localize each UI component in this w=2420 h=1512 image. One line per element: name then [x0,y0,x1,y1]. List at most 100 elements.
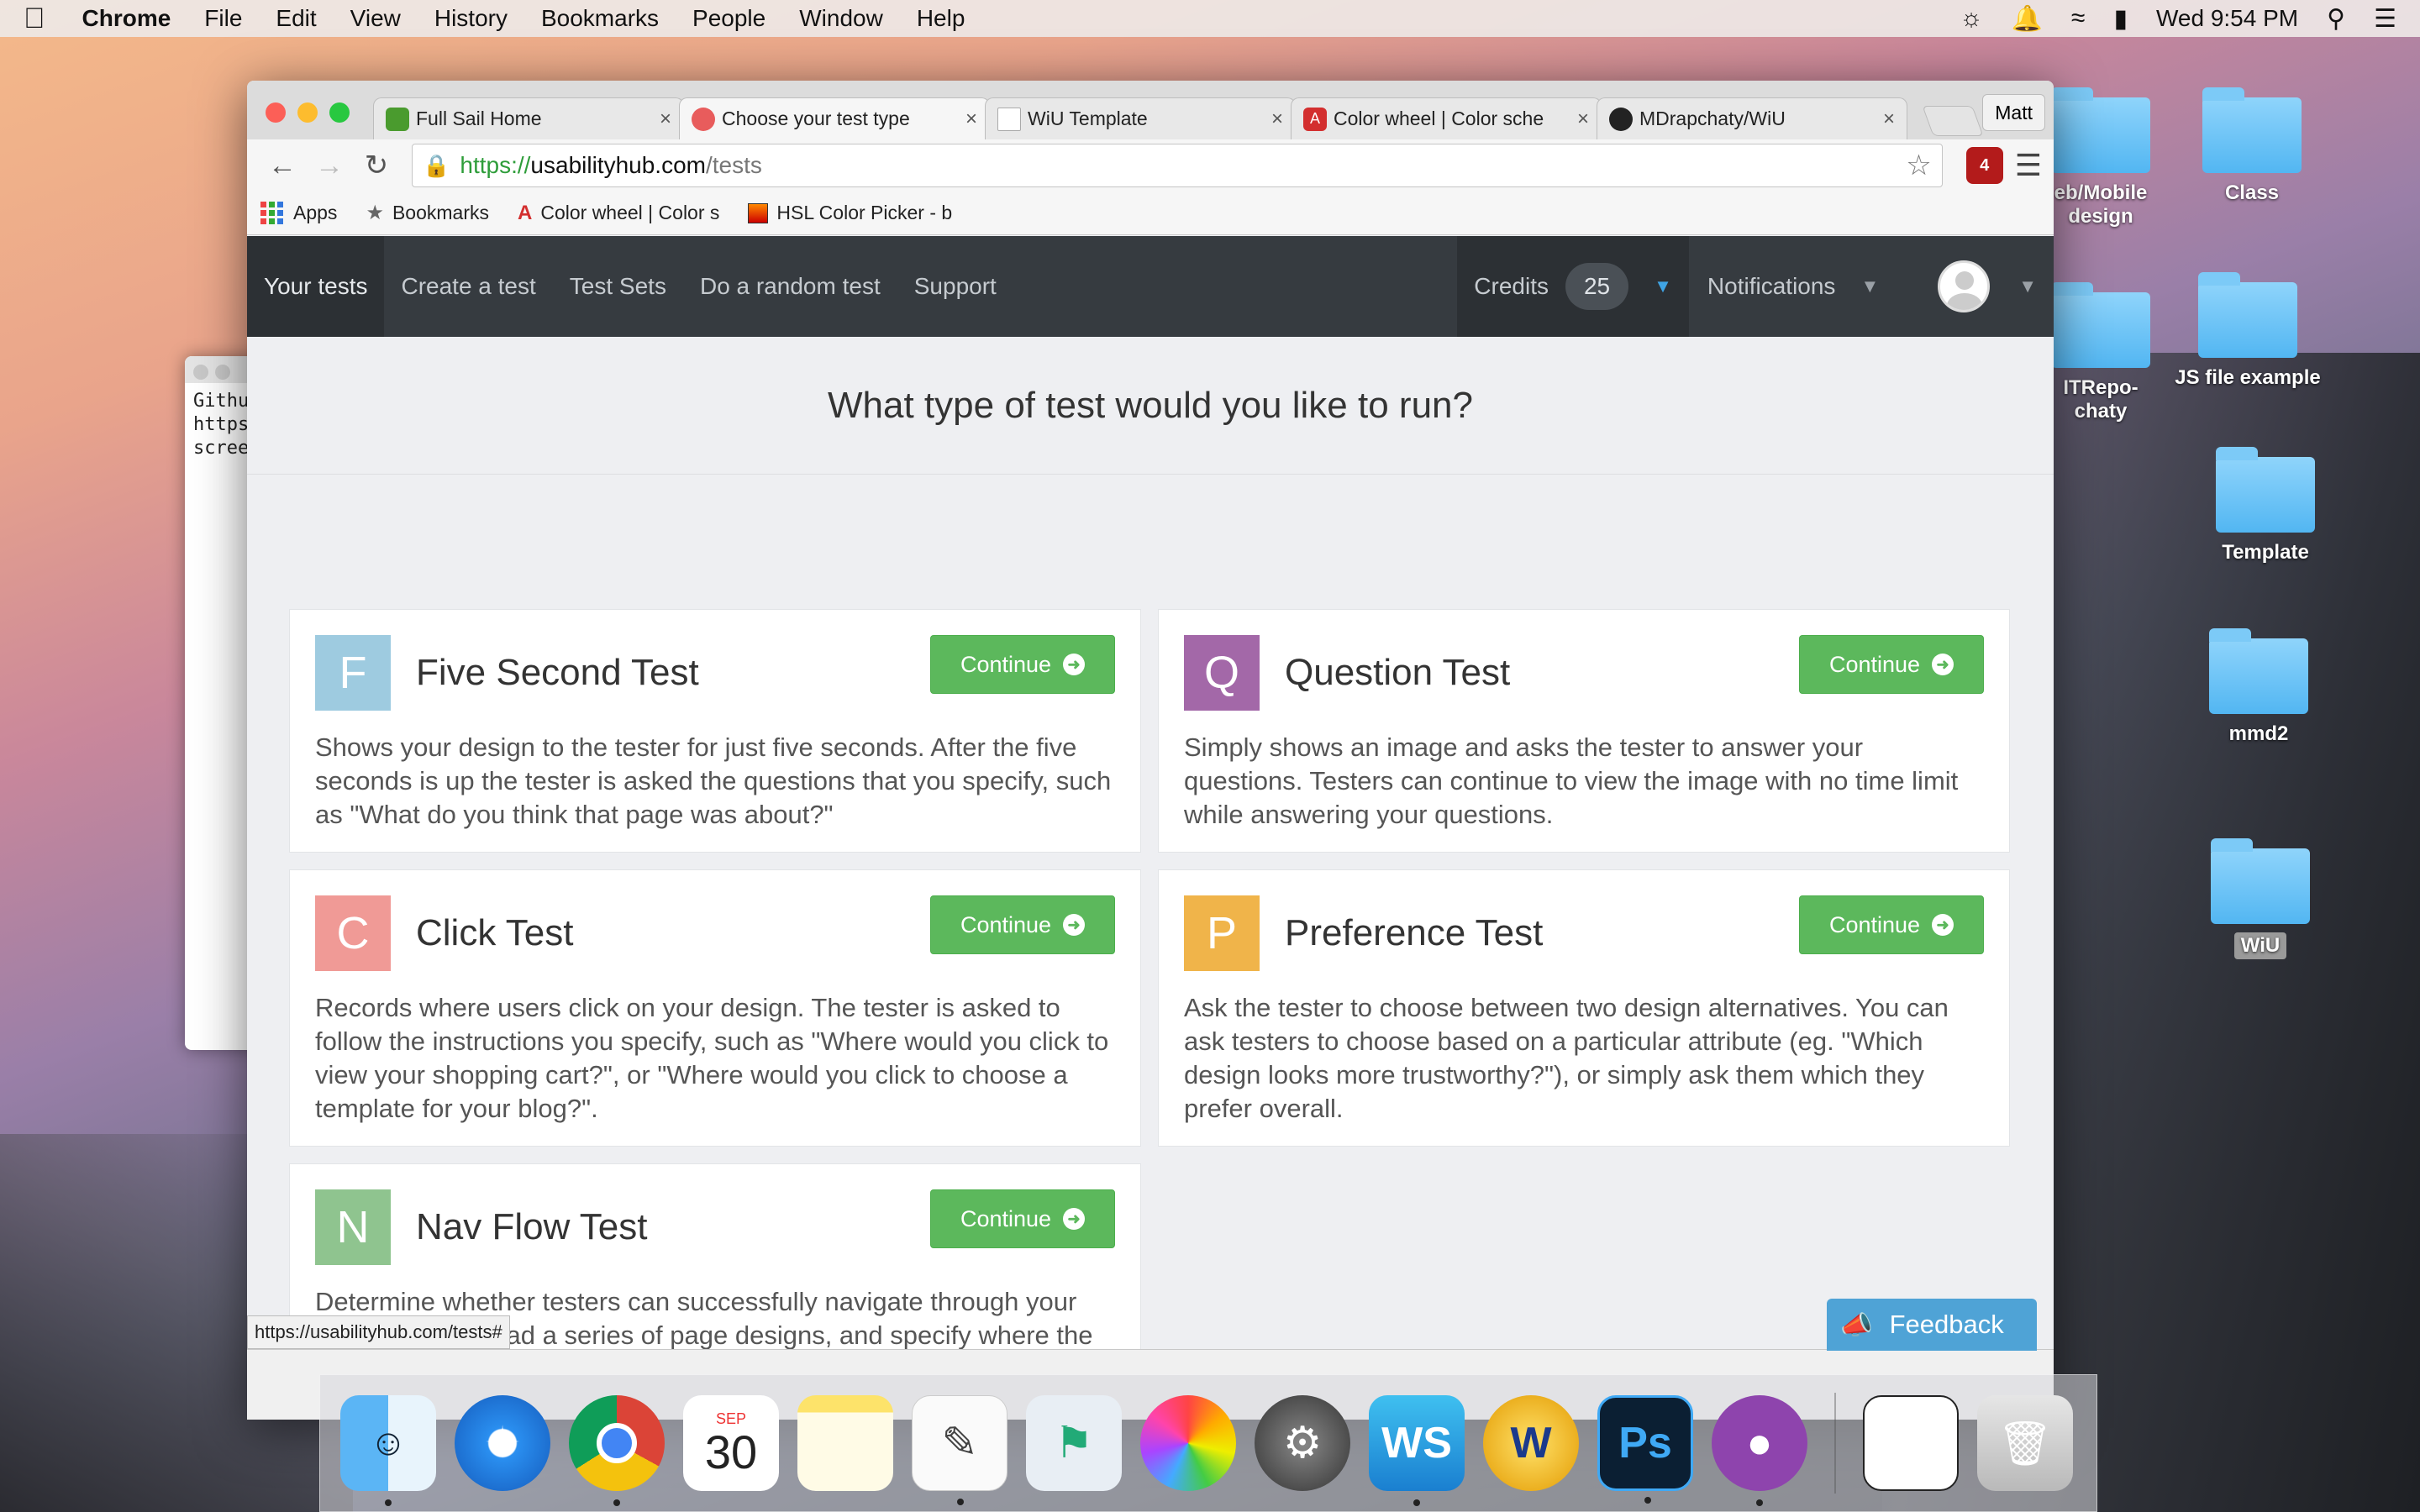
nav-your-tests[interactable]: Your tests [247,236,385,337]
desktop-folder-label: ITRepo- chaty [2063,376,2139,423]
menu-edit[interactable]: Edit [276,5,316,32]
calendar-icon[interactable]: SEP 30 [683,1395,779,1491]
dreamweaver-ftp-icon[interactable]: W [1483,1395,1579,1491]
github-desktop-icon[interactable]: ● [1712,1395,1807,1506]
continue-button-click[interactable]: Continue ➜ [930,895,1115,954]
folder-icon [2202,87,2302,173]
tab-github-wiu[interactable]: MDrapchaty/WiU × [1597,97,1907,139]
bookmark-star-icon[interactable]: ☆ [1906,149,1931,182]
test-letter-badge: C [315,895,391,971]
reload-icon[interactable]: ↻ [353,149,400,182]
bookmark-apps[interactable]: Apps [260,202,337,224]
menu-view[interactable]: View [350,5,401,32]
feedback-button[interactable]: 📣 Feedback [1827,1299,2037,1351]
safari-icon[interactable]: ✦ [455,1395,550,1491]
nav-support[interactable]: Support [897,236,1013,337]
ublock-extension-icon[interactable]: 4 [1965,147,2003,184]
nav-do-a-random-test[interactable]: Do a random test [683,236,897,337]
site-navbar: Your tests Create a test Test Sets Do a … [247,236,2054,337]
feedback-label: Feedback [1889,1310,2004,1339]
documents-stack-icon[interactable] [1863,1395,1959,1491]
chrome-menu-icon[interactable]: ☰ [2015,148,2042,183]
chrome-window: Full Sail Home × Choose your test type ×… [247,81,2054,1420]
back-arrow-icon[interactable]: ← [259,150,306,182]
address-bar[interactable]: 🔒 https:// usabilityhub.com /tests ☆ [412,144,1943,187]
profile-button[interactable]: Matt [1982,94,2045,131]
menu-help[interactable]: Help [917,5,965,32]
tab-close-icon[interactable]: × [1883,108,1895,131]
tab-color-wheel[interactable]: A Color wheel | Color sche × [1291,97,1602,139]
menu-history[interactable]: History [434,5,508,32]
desktop-folder-wiu[interactable]: WiU [2176,838,2344,959]
url-path: /tests [705,152,762,178]
continue-button-five-second[interactable]: Continue ➜ [930,635,1115,694]
window-close-button[interactable] [266,102,286,123]
browser-toolbar: ← → ↻ 🔒 https:// usabilityhub.com /tests… [247,139,2054,192]
lock-icon: 🔒 [423,152,450,178]
continue-button-preference[interactable]: Continue ➜ [1799,895,1984,954]
notes-icon[interactable] [797,1395,893,1491]
tab-wiu-template[interactable]: WiU Template × [985,97,1296,139]
test-letter-badge: F [315,635,391,711]
user-menu-dropdown[interactable]: ▼ [1896,236,2054,337]
textedit-icon[interactable]: ✎ [912,1395,1007,1505]
apps-grid-icon [260,202,283,224]
notification-bell-icon[interactable]: 🔔 [2012,4,2043,34]
tab-strip: Full Sail Home × Choose your test type ×… [247,81,2054,139]
bookmark-folder-bookmarks[interactable]: ★ Bookmarks [366,201,489,225]
window-zoom-button[interactable] [329,102,350,123]
color-picker-icon [748,202,769,223]
desktop-folder-mmd2[interactable]: mmd2 [2175,628,2343,746]
terminal-minimize-dot[interactable] [215,365,230,380]
tab-close-icon[interactable]: × [1577,108,1589,131]
bookmark-color-wheel[interactable]: A Color wheel | Color s [518,202,719,225]
bookmark-hsl-color-picker[interactable]: HSL Color Picker - b [748,202,952,224]
wifi-icon[interactable]: ≈ [2071,4,2085,33]
desktop-folder-js-file-example[interactable]: JS file example [2164,272,2332,390]
forward-arrow-icon[interactable]: → [306,150,353,182]
system-preferences-icon[interactable]: ⚙ [1255,1395,1350,1491]
trash-icon[interactable]: 🗑 [1977,1395,2073,1491]
menu-app-name[interactable]: Chrome [82,5,171,32]
bookmark-label: HSL Color Picker - b [776,202,953,223]
new-tab-button[interactable] [1922,106,1984,136]
test-card-five-second: F Five Second Test Continue ➜ Shows your … [289,609,1141,853]
menu-file[interactable]: File [204,5,242,32]
menubar-clock[interactable]: Wed 9:54 PM [2156,5,2298,32]
folder-icon [2051,87,2150,173]
finder-icon[interactable]: ☺ [340,1395,436,1506]
continue-button-nav-flow[interactable]: Continue ➜ [930,1189,1115,1248]
tab-full-sail-home[interactable]: Full Sail Home × [373,97,684,139]
notification-center-icon[interactable]: ☰ [2374,4,2396,34]
battery-icon[interactable]: ▮ [2113,4,2128,34]
notifications-dropdown[interactable]: Notifications ▼ [1689,236,1896,337]
desktop-folder-label: WiU [2233,932,2287,959]
maps-icon[interactable]: ⚑ [1026,1395,1122,1491]
tab-close-icon[interactable]: × [965,108,977,131]
nav-test-sets[interactable]: Test Sets [553,236,683,337]
creative-cloud-icon[interactable]: ☼ [1960,4,1983,33]
bookmarks-bar: Apps ★ Bookmarks A Color wheel | Color s… [247,192,2054,235]
window-minimize-button[interactable] [297,102,318,123]
terminal-close-dot[interactable] [193,365,208,380]
menu-bookmarks[interactable]: Bookmarks [541,5,659,32]
apple-menu-icon[interactable]:  [24,3,45,35]
spotlight-search-icon[interactable]: ⚲ [2327,4,2345,34]
bookmark-label: Bookmarks [392,202,489,223]
continue-label: Continue [1828,651,1921,677]
nav-create-a-test[interactable]: Create a test [384,236,552,337]
photos-icon[interactable] [1140,1395,1236,1491]
tab-choose-test-type[interactable]: Choose your test type × [679,97,990,139]
menu-people[interactable]: People [692,5,765,32]
tab-close-icon[interactable]: × [1271,108,1283,131]
webstorm-icon[interactable]: WS [1369,1395,1465,1506]
continue-button-question[interactable]: Continue ➜ [1799,635,1984,694]
menu-window[interactable]: Window [799,5,883,32]
photoshop-icon[interactable]: Ps [1597,1395,1693,1504]
tab-title: Choose your test type [722,108,910,129]
tab-close-icon[interactable]: × [660,108,671,131]
chrome-icon[interactable] [569,1395,665,1506]
credits-dropdown[interactable]: Credits 25 ▼ [1457,236,1689,337]
desktop-folder-class[interactable]: Class [2168,87,2336,205]
desktop-folder-template[interactable]: Template [2181,447,2349,564]
